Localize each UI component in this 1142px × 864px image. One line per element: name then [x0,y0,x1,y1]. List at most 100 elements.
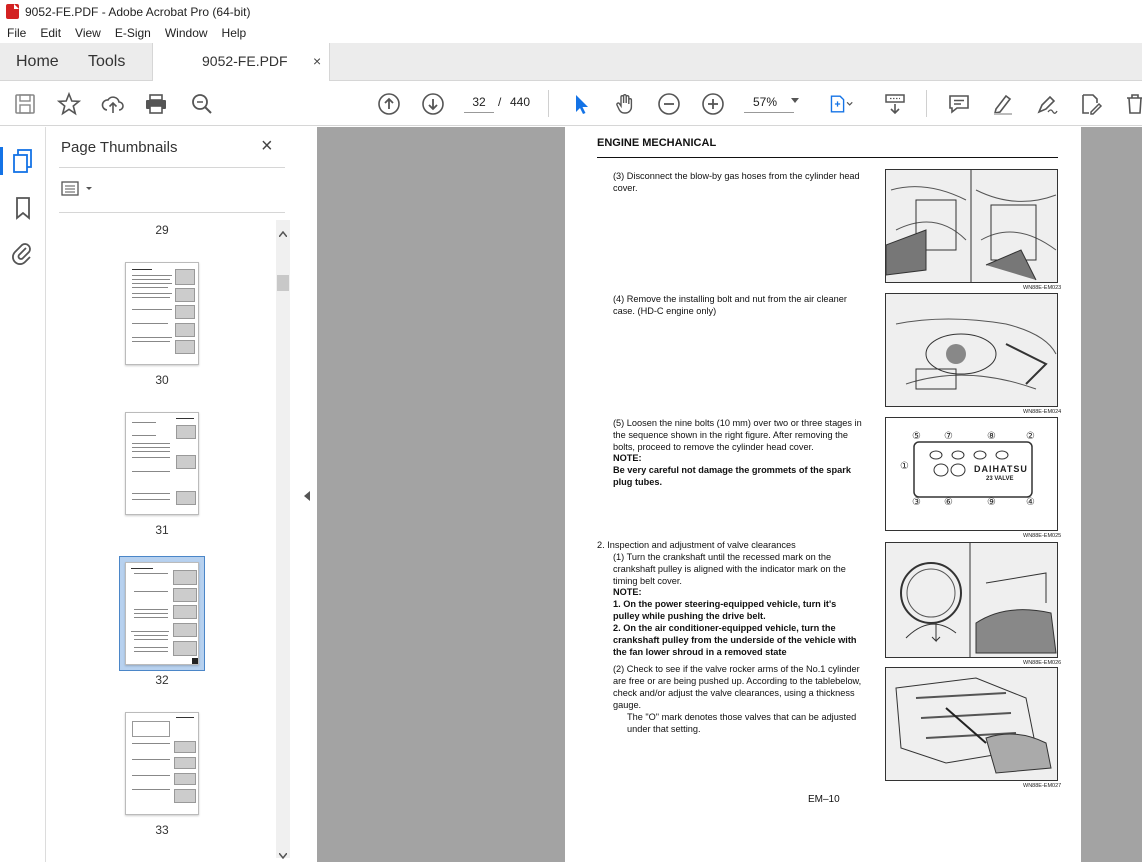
bolt-mark: ⑥ [944,497,953,508]
window-title: 9052-FE.PDF - Adobe Acrobat Pro (64-bit) [25,4,251,19]
bolt-mark: ② [1026,431,1035,442]
bolt-mark: ④ [1026,497,1035,508]
left-rail [0,127,46,862]
page-thumbnails-icon[interactable] [11,148,35,179]
bolt-mark: ⑧ [987,431,996,442]
menu-help[interactable]: Help [215,26,254,40]
chevron-down-icon [791,98,799,103]
section-2-title: 2. Inspection and adjustment of valve cl… [597,540,796,550]
rail-active-indicator [0,147,3,175]
select-cursor-icon[interactable] [568,91,594,117]
bookmark-icon[interactable] [13,196,33,225]
figure-em023 [885,169,1058,283]
menu-window[interactable]: Window [158,26,215,40]
thumbnail-page-number: 30 [155,373,169,387]
zoom-value: 57% [753,95,778,109]
figure-caption: WN88E-EM027 [1023,783,1062,789]
thumbnail-page-number: 33 [155,823,169,837]
tab-document-label: 9052-FE.PDF [202,53,288,69]
step-2-1-text: (1) Turn the crankshaft until the recess… [613,552,846,586]
page-layout-icon[interactable] [828,91,854,117]
scroll-down-icon[interactable] [278,846,288,864]
edit-pdf-icon[interactable] [1078,91,1104,117]
delete-icon[interactable] [1122,91,1142,117]
star-icon[interactable] [56,91,82,117]
close-panel-icon[interactable]: × [261,135,273,158]
step-5-note-label: NOTE: [613,453,642,463]
figure-caption: WN88E-EM023 [1023,285,1062,291]
figure-em026 [885,542,1058,658]
panel-title: Page Thumbnails [61,139,178,156]
page-separator: / [498,95,502,109]
step-2-2-note: The "O" mark denotes those valves that c… [627,712,857,734]
comment-icon[interactable] [946,91,972,117]
highlight-pen-icon[interactable] [990,91,1016,117]
page-header: ENGINE MECHANICAL [597,137,717,149]
acrobat-app-icon [6,4,19,19]
bolt-mark: ⑨ [987,497,996,508]
menu-esign[interactable]: E-Sign [108,26,158,40]
figure-caption: WN88E-EM025 [1023,533,1062,539]
menu-view[interactable]: View [68,26,108,40]
figure-em024 [885,293,1058,407]
bolt-mark: ① [900,461,909,472]
menu-bar: File Edit View E-Sign Window Help [0,23,1142,43]
sign-pen-icon[interactable] [1034,91,1060,117]
scroll-mode-icon[interactable] [882,91,908,117]
collapse-panel-icon[interactable] [303,488,311,506]
toolbar-separator [548,90,549,117]
save-icon[interactable] [12,91,38,117]
step-3-text: (3) Disconnect the blow-by gas hoses fro… [613,171,860,193]
thumbnail-options-menu[interactable] [61,180,97,203]
thumbnail-page-32[interactable] [125,562,199,665]
figure-em027 [885,667,1058,781]
hand-tool-icon[interactable] [612,91,638,117]
cover-brand-text: DAIHATSU [974,464,1028,474]
attachment-icon[interactable] [11,240,33,271]
panel-collapse-strip[interactable] [297,127,317,862]
menu-edit[interactable]: Edit [33,26,68,40]
step-2-note-label: NOTE: [613,587,642,597]
step-4-text: (4) Remove the installing bolt and nut f… [613,294,847,316]
panel-divider [59,167,285,168]
page-number-input[interactable] [464,91,494,113]
thumbnail-page-number: 31 [155,523,169,537]
step-5-note-text: Be very careful not damage the grommets … [613,465,851,487]
bolt-mark: ⑦ [944,431,953,442]
tab-tools[interactable]: Tools [88,43,125,81]
zoom-dropdown[interactable]: 57% [744,91,799,113]
page-total: 440 [510,95,531,109]
next-page-icon[interactable] [420,91,446,117]
toolbar-separator [926,90,927,117]
toolbar [0,81,1142,126]
thumbnail-page-31[interactable] [125,412,199,515]
print-icon[interactable] [143,91,169,117]
step-2-note-1: 1. On the power steering-equipped vehicl… [613,599,837,621]
step-5-text: (5) Loosen the nine bolts (10 mm) over t… [613,418,862,452]
title-bar: 9052-FE.PDF - Adobe Acrobat Pro (64-bit) [0,0,1142,23]
step-2-note-2: 2. On the air conditioner-equipped vehic… [613,623,857,657]
zoom-search-icon[interactable] [189,91,215,117]
close-tab-icon[interactable]: × [313,53,321,69]
tab-home[interactable]: Home [16,43,59,81]
header-rule [597,157,1058,158]
previous-page-icon[interactable] [376,91,402,117]
thumbnail-page-33[interactable] [125,712,199,815]
scrollbar-thumb[interactable] [277,275,289,291]
figure-caption: WN88E-EM026 [1023,660,1062,666]
upload-cloud-icon[interactable] [100,91,126,117]
figure-em025: ⑤ ⑦ ⑧ ② ① ③ ⑥ ⑨ ④ DAIHATSU 23 VALVE [885,417,1058,531]
cover-valve-text: 23 VALVE [986,476,1014,482]
figure-caption: WN88E-EM024 [1023,409,1062,415]
thumbnail-scrollbar[interactable] [276,220,290,860]
thumbnail-page-number: 29 [155,223,169,237]
thumbnail-page-30[interactable] [125,262,199,365]
pdf-page: ENGINE MECHANICAL (3) Disconnect the blo… [565,127,1081,862]
thumbnail-page-number: 32 [155,673,169,687]
scroll-up-icon[interactable] [278,224,288,242]
tab-document[interactable]: 9052-FE.PDF × [152,43,330,81]
zoom-out-icon[interactable] [656,91,682,117]
zoom-in-icon[interactable] [700,91,726,117]
document-view[interactable]: ENGINE MECHANICAL (3) Disconnect the blo… [317,127,1142,862]
menu-file[interactable]: File [0,26,33,40]
